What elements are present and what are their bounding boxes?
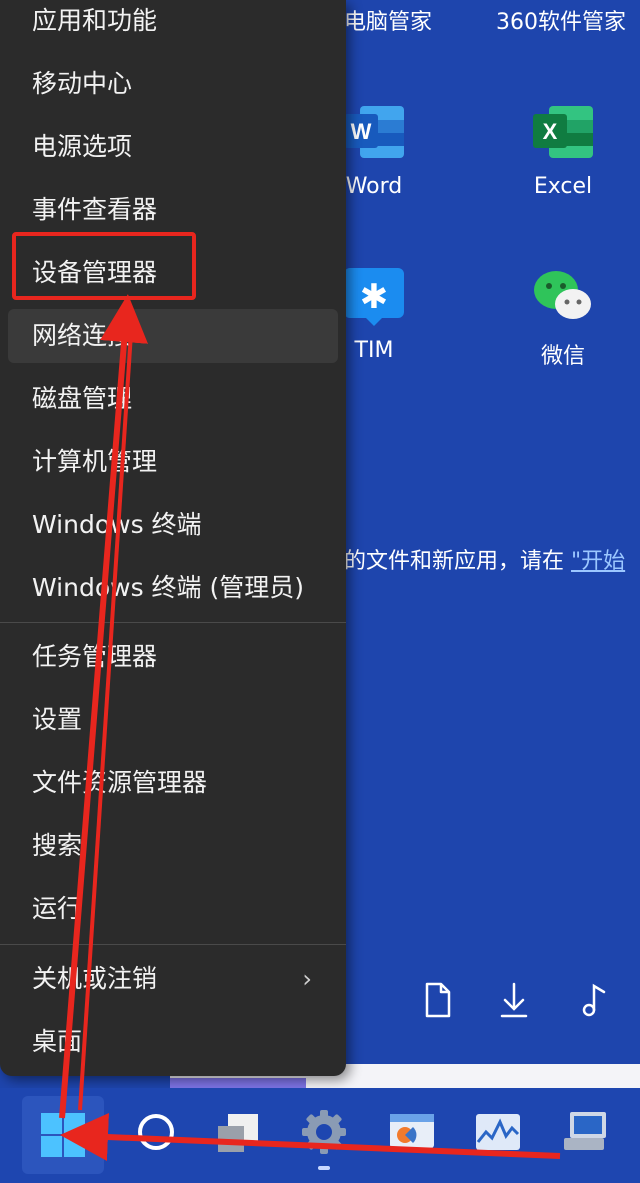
document-icon[interactable]	[418, 978, 458, 1022]
tim-icon: ✱	[342, 264, 406, 328]
menu-item-desktop[interactable]: 桌面	[8, 1015, 338, 1069]
windows-start-icon	[41, 1113, 85, 1157]
app-tile-wechat[interactable]: 微信	[503, 264, 623, 370]
menu-item-power-options[interactable]: 电源选项	[8, 120, 338, 174]
menu-item-file-explorer[interactable]: 文件资源管理器	[8, 756, 338, 810]
device-manager-highlight	[12, 232, 196, 300]
pinned-app-pc-manager[interactable]: 电脑管家	[344, 4, 432, 36]
app-tile-excel[interactable]: X Excel	[503, 100, 623, 199]
resource-monitor-icon[interactable]	[474, 1108, 522, 1156]
computer-app-icon[interactable]	[562, 1108, 610, 1156]
menu-separator	[0, 622, 346, 623]
menu-item-terminal-admin[interactable]: Windows 终端 (管理员)	[8, 561, 338, 615]
paint-app-icon[interactable]	[388, 1108, 436, 1156]
start-button[interactable]	[22, 1096, 104, 1174]
settings-icon[interactable]	[300, 1108, 348, 1156]
menu-item-shutdown-signout[interactable]: 关机或注销 ›	[8, 952, 338, 1006]
menu-item-network-connections[interactable]: 网络连接	[8, 309, 338, 363]
menu-item-event-viewer[interactable]: 事件查看器	[8, 183, 338, 237]
menu-item-computer-management[interactable]: 计算机管理	[8, 435, 338, 489]
menu-item-mobility-center[interactable]: 移动中心	[8, 57, 338, 111]
recommended-text: 的文件和新应用，请在	[344, 549, 565, 574]
winx-context-menu: 应用和功能 移动中心 电源选项 事件查看器 设备管理器 网络连接 磁盘管理 计算…	[0, 0, 346, 1076]
recommended-message: 的文件和新应用，请在 "开始	[344, 543, 625, 575]
wechat-icon	[531, 264, 595, 328]
word-icon: W	[342, 100, 406, 164]
music-icon[interactable]	[576, 978, 616, 1022]
menu-item-search[interactable]: 搜索	[8, 819, 338, 873]
menu-item-shutdown-label: 关机或注销	[32, 964, 158, 993]
menu-item-run[interactable]: 运行	[8, 882, 338, 936]
menu-item-terminal[interactable]: Windows 终端	[8, 498, 338, 552]
menu-separator	[0, 944, 346, 945]
excel-icon: X	[531, 100, 595, 164]
search-icon[interactable]	[132, 1108, 180, 1156]
recommended-link[interactable]: "开始	[571, 549, 625, 574]
menu-item-apps-features[interactable]: 应用和功能	[8, 0, 338, 48]
taskbar-active-indicator	[318, 1166, 330, 1170]
app-label-wechat: 微信	[540, 344, 585, 369]
menu-item-settings[interactable]: 设置	[8, 693, 338, 747]
svg-text:X: X	[543, 119, 558, 144]
svg-text:W: W	[351, 119, 372, 144]
chevron-right-icon: ›	[302, 965, 312, 993]
svg-text:✱: ✱	[360, 277, 389, 317]
task-view-icon[interactable]	[214, 1108, 262, 1156]
app-label-excel: Excel	[533, 174, 593, 199]
menu-item-disk-management[interactable]: 磁盘管理	[8, 372, 338, 426]
download-icon[interactable]	[494, 978, 534, 1022]
pinned-app-360-manager[interactable]: 360软件管家	[496, 4, 626, 36]
user-area-accent	[170, 1078, 306, 1088]
menu-item-task-manager[interactable]: 任务管理器	[8, 630, 338, 684]
